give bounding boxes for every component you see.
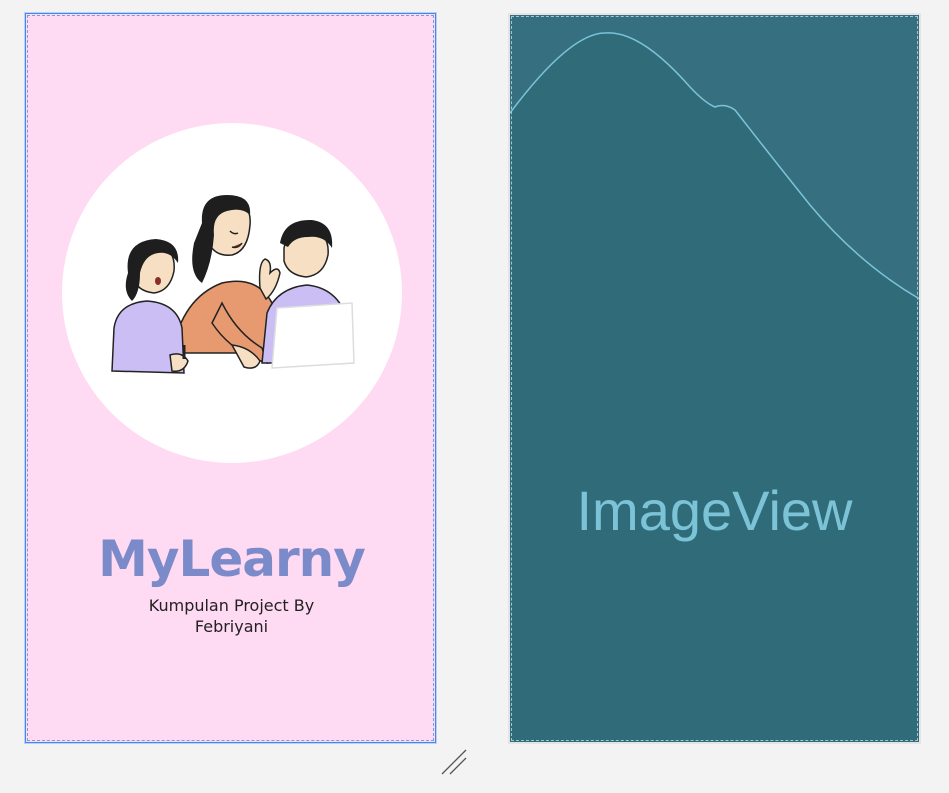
people-studying-illustration <box>111 195 355 374</box>
design-preview[interactable]: MyLearny Kumpulan Project By Febriyani <box>25 13 436 743</box>
app-subtitle[interactable]: Kumpulan Project By Febriyani <box>26 595 437 637</box>
layout-editor-canvas: MyLearny Kumpulan Project By Febriyani I… <box>0 0 949 793</box>
imageview-placeholder-label: ImageView <box>576 479 853 542</box>
app-title[interactable]: MyLearny <box>26 530 437 588</box>
subtitle-line-2: Febriyani <box>194 617 269 636</box>
blueprint-preview[interactable]: ImageView <box>508 13 921 744</box>
resize-handle-icon[interactable] <box>440 748 470 778</box>
hero-image[interactable] <box>62 123 402 463</box>
wave-shape <box>510 15 919 300</box>
subtitle-line-1: Kumpulan Project By <box>148 596 315 615</box>
